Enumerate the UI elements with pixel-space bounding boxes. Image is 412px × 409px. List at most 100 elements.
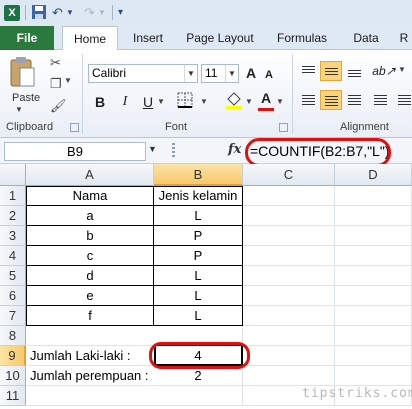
undo-icon[interactable]: ↶ [52,4,63,22]
cell-b7[interactable]: L [154,306,243,326]
row-header-3[interactable]: 3 [0,226,26,246]
customize-toolbar-icon[interactable]: ▾ [118,4,123,22]
align-bottom-button[interactable] [344,61,366,81]
cell-a7[interactable]: f [27,306,154,326]
cell-a10[interactable]: Jumlah perempuan : [27,366,154,386]
orientation-dropdown-icon[interactable]: ▼ [398,65,406,74]
formula-bar-splitter[interactable] [172,143,175,157]
row-header-7[interactable]: 7 [0,306,26,326]
fill-color-dropdown-icon[interactable]: ▼ [245,97,253,106]
font-color-button[interactable]: A [258,88,274,108]
cell-a2[interactable]: a [27,206,154,226]
font-launcher-icon[interactable] [279,123,288,132]
cell-a9[interactable]: Jumlah Laki-laki : [27,346,154,366]
italic-button[interactable]: I [117,92,133,112]
insert-function-button[interactable]: fx [228,142,241,157]
row-header-1[interactable]: 1 [0,186,26,206]
cell-d10[interactable] [335,366,412,386]
redo-dropdown-icon[interactable]: ▼ [98,4,106,22]
tab-insert[interactable]: Insert [124,26,172,50]
align-middle-button[interactable] [320,61,342,81]
font-name-select[interactable]: Calibri ▼ [88,64,198,83]
align-center-button[interactable] [320,90,342,110]
cell-c10[interactable] [243,366,335,386]
align-top-button[interactable] [298,61,320,81]
cell-b3[interactable]: P [154,226,243,246]
cell-c5[interactable] [243,266,335,286]
cell-c3[interactable] [243,226,335,246]
font-color-dropdown-icon[interactable]: ▼ [276,97,284,106]
cell-c4[interactable] [243,246,335,266]
cell-d9[interactable] [335,346,412,366]
tab-review[interactable]: R [396,26,412,50]
paste-button[interactable]: Paste [12,92,40,104]
undo-dropdown-icon[interactable]: ▼ [66,4,74,22]
cell-a5[interactable]: d [27,266,154,286]
row-header-11[interactable]: 11 [0,386,26,406]
tab-formulas[interactable]: Formulas [270,26,334,50]
cell-d7[interactable] [335,306,412,326]
cell-d6[interactable] [335,286,412,306]
row-header-8[interactable]: 8 [0,326,26,346]
excel-icon[interactable]: X [4,5,20,21]
increase-indent-button[interactable] [394,90,412,110]
decrease-indent-button[interactable] [370,90,392,110]
cell-c1[interactable] [243,186,335,206]
copy-dropdown-icon[interactable]: ▼ [64,76,72,85]
cell-a6[interactable]: e [27,286,154,306]
chevron-down-icon[interactable]: ▼ [184,65,197,82]
column-header-b[interactable]: B [154,164,243,186]
align-left-button[interactable] [298,90,320,110]
cell-c6[interactable] [243,286,335,306]
cell-d8[interactable] [335,326,412,346]
cell-d4[interactable] [335,246,412,266]
cell-c9[interactable] [243,346,335,366]
chevron-down-icon[interactable]: ▼ [225,65,238,82]
cell-d3[interactable] [335,226,412,246]
name-box-dropdown-icon[interactable]: ▼ [148,144,157,154]
row-header-4[interactable]: 4 [0,246,26,266]
cell-a11[interactable] [27,386,154,406]
cell-b6[interactable]: L [154,286,243,306]
cell-d5[interactable] [335,266,412,286]
underline-dropdown-icon[interactable]: ▼ [157,97,165,106]
font-size-select[interactable]: 11 ▼ [201,64,239,83]
cell-c2[interactable] [243,206,335,226]
underline-button[interactable]: U [140,92,156,112]
paste-dropdown-icon[interactable]: ▼ [15,105,23,114]
cut-icon[interactable]: ✂ [50,55,61,71]
row-header-6[interactable]: 6 [0,286,26,306]
grow-font-button[interactable]: A [244,63,258,83]
redo-icon[interactable]: ↷ [84,4,95,22]
cell-b11[interactable] [154,386,243,406]
cell-a4[interactable]: c [27,246,154,266]
row-header-2[interactable]: 2 [0,206,26,226]
cell-b10[interactable]: 2 [154,366,243,386]
cell-a1[interactable]: Nama [27,186,154,206]
cell-a8[interactable] [27,326,154,346]
copy-icon[interactable]: ❐ [50,76,62,92]
cell-b2[interactable]: L [154,206,243,226]
column-header-c[interactable]: C [243,164,335,186]
cell-c8[interactable] [243,326,335,346]
select-all-button[interactable] [0,164,26,186]
orientation-icon[interactable]: ab↗ [372,61,396,81]
save-icon[interactable] [31,4,47,22]
bold-button[interactable]: B [92,92,108,112]
shrink-font-button[interactable]: A [262,65,276,85]
cell-a3[interactable]: b [27,226,154,246]
cell-d1[interactable] [335,186,412,206]
borders-icon[interactable] [172,92,198,112]
row-header-10[interactable]: 10 [0,366,26,386]
cell-c7[interactable] [243,306,335,326]
row-header-5[interactable]: 5 [0,266,26,286]
cell-b1[interactable]: Jenis kelamin [154,186,243,206]
tab-page-layout[interactable]: Page Layout [180,26,260,50]
name-box[interactable]: B9 [4,142,146,161]
cell-b5[interactable]: L [154,266,243,286]
tab-file[interactable]: File [0,26,54,50]
column-header-d[interactable]: D [335,164,412,186]
row-header-9[interactable]: 9 [0,346,26,366]
column-header-a[interactable]: A [26,164,154,186]
align-right-button[interactable] [344,90,366,110]
